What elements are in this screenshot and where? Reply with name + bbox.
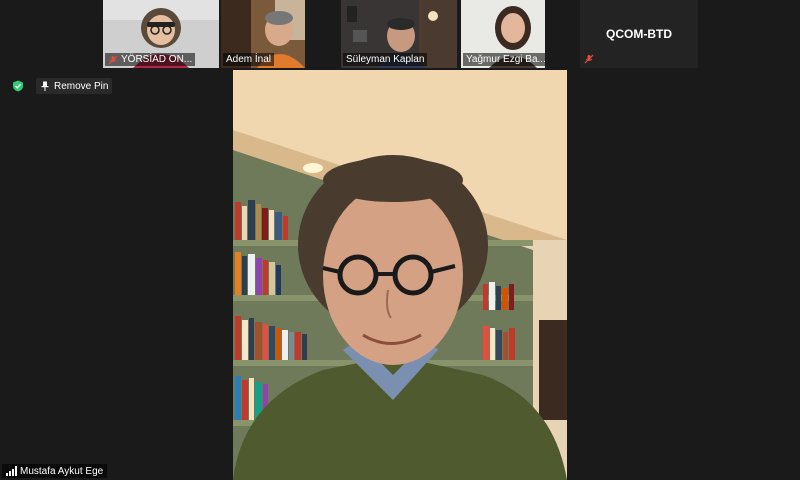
participant-tile[interactable]: Adem İnal [221, 0, 305, 68]
mic-muted-icon [108, 55, 118, 64]
participant-name: Adem İnal [223, 53, 275, 66]
participant-strip: YÖRSİAD ON... Adem İnal Süleyman Kaplan … [0, 0, 800, 70]
speaker-name-label: Mustafa Aykut Ege [2, 464, 108, 478]
participant-name: Süleyman Kaplan [343, 53, 428, 66]
participant-tile[interactable]: YÖRSİAD ON... [103, 0, 219, 68]
participant-name: QCOM-BTD [606, 27, 672, 41]
participant-tile[interactable]: QCOM-BTD [580, 0, 698, 68]
main-speaker-video[interactable] [233, 70, 567, 480]
participant-name: Yağmur Ezgi Ba... [463, 53, 545, 66]
participant-tile[interactable]: Yağmur Ezgi Ba... [461, 0, 545, 68]
signal-strength-icon [6, 466, 17, 476]
participant-tile[interactable]: Süleyman Kaplan [341, 0, 457, 68]
mic-muted-icon [584, 54, 594, 64]
remove-pin-button[interactable]: Remove Pin [36, 78, 113, 94]
pin-icon [41, 81, 49, 91]
shield-icon[interactable] [12, 80, 24, 92]
speaker-video-frame [233, 70, 567, 480]
participant-name: YÖRSİAD ON... [105, 53, 196, 66]
